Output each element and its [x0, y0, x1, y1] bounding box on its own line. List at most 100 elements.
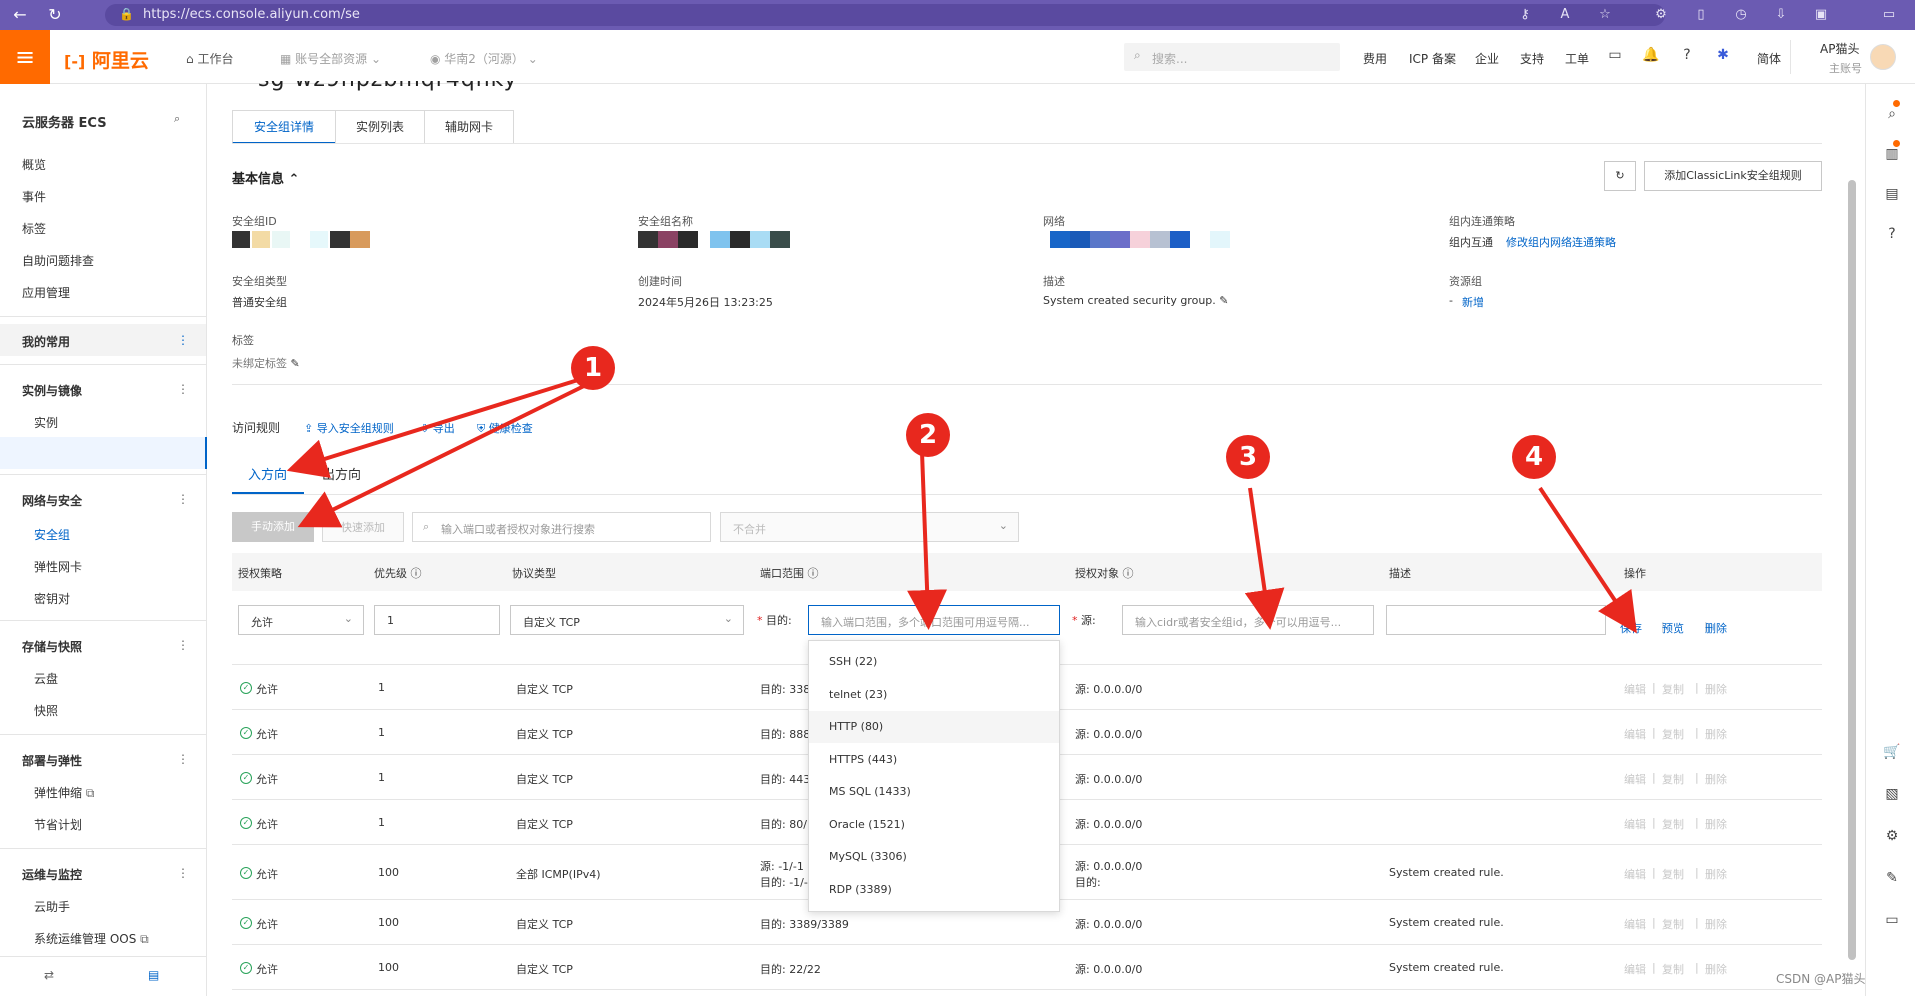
split-screen-icon[interactable]: ▯	[1692, 6, 1710, 24]
row-edit-link[interactable]: 编辑	[1624, 816, 1646, 832]
row-copy-link[interactable]: 复制	[1662, 771, 1684, 787]
region-dropdown[interactable]: ◉ 华南2（河源） ⌄	[430, 50, 538, 67]
help-icon[interactable]: ?	[1883, 226, 1901, 244]
terminal-icon[interactable]: ▭	[1606, 47, 1624, 65]
back-icon[interactable]: ←	[10, 5, 30, 25]
protocol-select[interactable]: 自定义 TCP ⌄	[510, 605, 744, 635]
preview-link[interactable]: 预览	[1662, 620, 1684, 636]
sidebar-item-eni[interactable]: 弹性网卡	[34, 558, 82, 575]
sidebar-section-network[interactable]: 网络与安全	[22, 492, 82, 509]
row-delete-link[interactable]: 删除	[1705, 771, 1727, 787]
policy-select[interactable]: 允许 ⌄	[238, 605, 364, 635]
row-copy-link[interactable]: 复制	[1662, 866, 1684, 882]
help-icon[interactable]: ⓘ	[1123, 567, 1134, 580]
port-option[interactable]: MS SQL (1433)	[809, 776, 1059, 808]
quick-add-button[interactable]: 快速添加	[322, 512, 404, 542]
edit-icon[interactable]: ✎	[1219, 294, 1228, 307]
book-icon[interactable]: ▥	[1883, 146, 1901, 164]
read-aloud-icon[interactable]: A	[1556, 6, 1574, 24]
reload-icon[interactable]: ↻	[45, 5, 65, 25]
delete-link[interactable]: 删除	[1705, 620, 1727, 636]
more-icon[interactable]: ⋮	[177, 382, 189, 396]
sidebar-section-deploy[interactable]: 部署与弹性	[22, 752, 82, 769]
save-link[interactable]: 保存	[1620, 620, 1642, 636]
port-option[interactable]: SSH (22)	[809, 646, 1059, 678]
layout-icon[interactable]: ▤	[148, 968, 159, 982]
row-copy-link[interactable]: 复制	[1662, 681, 1684, 697]
port-option[interactable]: HTTP (80)	[809, 711, 1059, 743]
user-name[interactable]: AP猫头	[1820, 40, 1859, 57]
refresh-button[interactable]: ↻	[1604, 161, 1636, 191]
favorite-star-icon[interactable]: ☆	[1596, 6, 1614, 24]
row-copy-link[interactable]: 复制	[1662, 916, 1684, 932]
scrollbar-thumb[interactable]	[1848, 180, 1856, 960]
sidebar-item-security-group[interactable]: 安全组	[34, 526, 70, 543]
modify-intra-policy-link[interactable]: 修改组内网络连通策略	[1506, 234, 1616, 250]
avatar[interactable]	[1870, 44, 1896, 70]
sidebar-item-tags[interactable]: 标签	[22, 220, 46, 237]
more-icon[interactable]: ⋮	[177, 638, 189, 652]
feedback-icon[interactable]: ▭	[1883, 912, 1901, 930]
help-icon[interactable]: ⓘ	[411, 567, 422, 580]
ai-assistant-icon[interactable]: ✱	[1714, 47, 1732, 65]
row-copy-link[interactable]: 复制	[1662, 726, 1684, 742]
support-link[interactable]: 支持	[1520, 50, 1544, 67]
download-icon[interactable]: ⇩	[1772, 6, 1790, 24]
row-delete-link[interactable]: 删除	[1705, 866, 1727, 882]
merge-select[interactable]: 不合并 ⌄	[720, 512, 1019, 542]
resource-group-add-link[interactable]: 新增	[1462, 294, 1484, 310]
row-delete-link[interactable]: 删除	[1705, 726, 1727, 742]
sidebar-item-troubleshoot[interactable]: 自助问题排查	[22, 252, 94, 269]
export-link[interactable]: ⇩ 导出	[420, 420, 455, 436]
tab-outbound[interactable]: 出方向	[322, 464, 361, 483]
row-delete-link[interactable]: 删除	[1705, 961, 1727, 977]
port-option[interactable]: HTTPS (443)	[809, 744, 1059, 776]
edit-icon[interactable]: ✎	[1883, 870, 1901, 888]
edit-icon[interactable]: ✎	[291, 357, 300, 370]
sidebar-item-autoscaling[interactable]: 弹性伸缩 ⧉	[34, 784, 94, 801]
row-delete-link[interactable]: 删除	[1705, 816, 1727, 832]
sidebar-section-ops[interactable]: 运维与监控	[22, 866, 82, 883]
row-edit-link[interactable]: 编辑	[1624, 771, 1646, 787]
port-option[interactable]: Oracle (1521)	[809, 809, 1059, 841]
import-rules-link[interactable]: ⇪ 导入安全组规则	[304, 420, 394, 436]
row-edit-link[interactable]: 编辑	[1624, 681, 1646, 697]
global-search-input[interactable]: ⌕ 搜索...	[1124, 43, 1340, 71]
row-delete-link[interactable]: 删除	[1705, 681, 1727, 697]
port-option[interactable]: telnet (23)	[809, 679, 1059, 711]
priority-input[interactable]: 1	[374, 605, 500, 635]
sidebar-item-cloud-assistant[interactable]: 云助手	[34, 898, 70, 915]
icp-link[interactable]: ICP 备案	[1409, 50, 1456, 67]
sidebar-section-storage[interactable]: 存储与快照	[22, 638, 82, 655]
key-icon[interactable]: ⚷	[1516, 6, 1534, 24]
sidebar-toggle-icon[interactable]: ▭	[1880, 6, 1898, 24]
sidebar-item-savings-plan[interactable]: 节省计划	[34, 816, 82, 833]
sidebar-item-keypair[interactable]: 密钥对	[34, 590, 70, 607]
port-range-input[interactable]: 输入端口范围，多个端口范围可用逗号隔...	[808, 605, 1060, 635]
screenshot-icon[interactable]: ▣	[1812, 6, 1830, 24]
add-classiclink-button[interactable]: 添加ClassicLink安全组规则	[1644, 161, 1822, 191]
language-link[interactable]: 简体	[1757, 50, 1781, 67]
aliyun-logo[interactable]: [-] 阿里云	[64, 46, 149, 73]
manual-add-button[interactable]: 手动添加	[232, 512, 314, 542]
ticket-link[interactable]: 工单	[1565, 50, 1589, 67]
description-input[interactable]	[1386, 605, 1606, 635]
menu-icon[interactable]: ≡	[0, 30, 50, 84]
more-icon[interactable]: ⋮	[177, 333, 189, 347]
row-edit-link[interactable]: 编辑	[1624, 726, 1646, 742]
cost-link[interactable]: 费用	[1363, 50, 1387, 67]
cart-icon[interactable]: 🛒	[1883, 744, 1901, 762]
sidebar-favorites[interactable]: 我的常用	[22, 333, 70, 350]
tab-instance-list[interactable]: 实例列表	[335, 110, 425, 144]
bell-icon[interactable]: 🔔	[1642, 47, 1660, 65]
sidebar-item-app-management[interactable]: 应用管理	[22, 284, 70, 301]
account-resources-dropdown[interactable]: ▦ 账号全部资源 ⌄	[280, 50, 381, 67]
source-input[interactable]: 输入cidr或者安全组id，多个可以用逗号...	[1122, 605, 1374, 635]
row-delete-link[interactable]: 删除	[1705, 916, 1727, 932]
sidebar-item-overview[interactable]: 概览	[22, 156, 46, 173]
row-edit-link[interactable]: 编辑	[1624, 961, 1646, 977]
sidebar-item-instance[interactable]: 实例	[34, 414, 58, 431]
row-copy-link[interactable]: 复制	[1662, 961, 1684, 977]
sidebar-item-snapshot[interactable]: 快照	[34, 702, 58, 719]
row-edit-link[interactable]: 编辑	[1624, 866, 1646, 882]
